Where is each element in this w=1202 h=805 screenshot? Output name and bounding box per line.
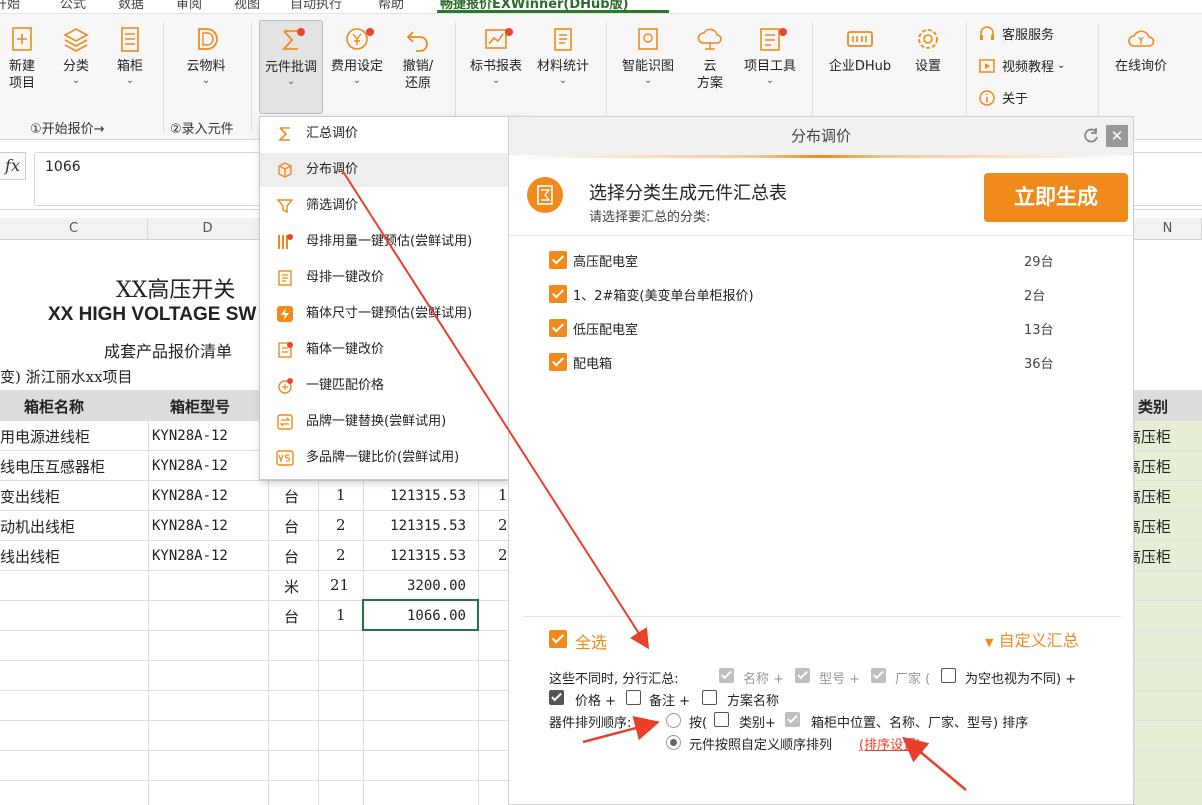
annotation-arrows bbox=[341, 169, 967, 791]
arrow-to-select-all bbox=[341, 169, 650, 650]
arrow-to-sort-settings bbox=[902, 736, 967, 791]
arrow-to-sort-radio bbox=[582, 716, 660, 744]
